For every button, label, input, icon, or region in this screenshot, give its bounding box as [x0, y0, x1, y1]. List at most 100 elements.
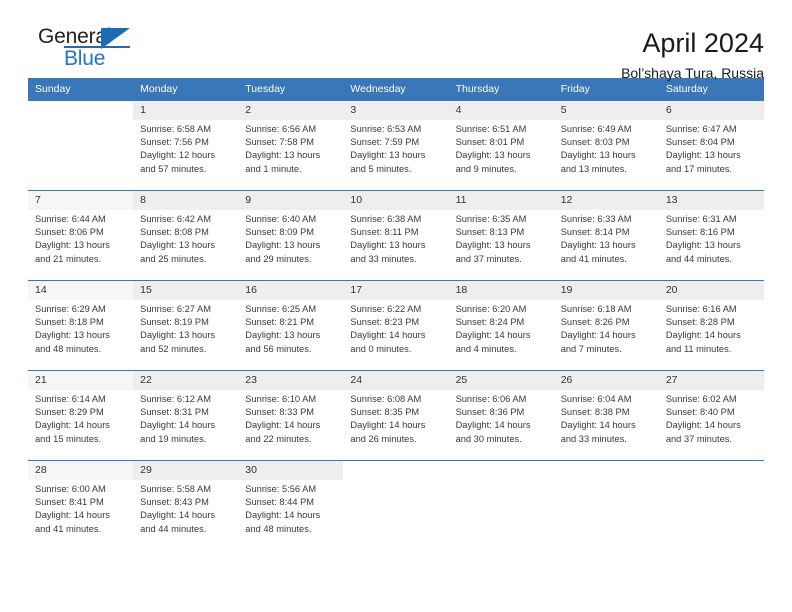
day-details: Sunrise: 6:12 AM Sunset: 8:31 PM Dayligh…: [140, 393, 216, 444]
day-number: 7: [28, 191, 134, 210]
day-cell[interactable]: 18 Sunrise: 6:20 AM Sunset: 8:24 PM Dayl…: [448, 280, 554, 371]
day-cell[interactable]: 30 Sunrise: 5:56 AM Sunset: 8:44 PM Dayl…: [238, 460, 344, 549]
day-number: 9: [238, 191, 344, 210]
day-cell[interactable]: 3 Sunrise: 6:53 AM Sunset: 7:59 PM Dayli…: [343, 100, 449, 191]
day-cell[interactable]: 15 Sunrise: 6:27 AM Sunset: 8:19 PM Dayl…: [133, 280, 239, 371]
day-cell[interactable]: 16 Sunrise: 6:25 AM Sunset: 8:21 PM Dayl…: [238, 280, 344, 371]
day-details: Sunrise: 5:56 AM Sunset: 8:44 PM Dayligh…: [245, 483, 321, 534]
day-number: 19: [553, 281, 659, 300]
day-cell[interactable]: 22 Sunrise: 6:12 AM Sunset: 8:31 PM Dayl…: [133, 370, 239, 461]
day-number: [554, 461, 659, 478]
day-details: Sunrise: 6:08 AM Sunset: 8:35 PM Dayligh…: [350, 393, 426, 444]
weekday-header-wednesday: Wednesday: [343, 78, 449, 101]
day-details: Sunrise: 6:27 AM Sunset: 8:19 PM Dayligh…: [140, 303, 216, 354]
day-details: Sunrise: 6:14 AM Sunset: 8:29 PM Dayligh…: [35, 393, 110, 444]
day-number: 2: [238, 101, 344, 120]
day-details: Sunrise: 6:02 AM Sunset: 8:40 PM Dayligh…: [665, 393, 741, 444]
week-row: 7 Sunrise: 6:44 AM Sunset: 8:06 PM Dayli…: [28, 190, 764, 281]
weekday-header-sunday: Sunday: [28, 78, 134, 101]
day-number: 28: [28, 461, 134, 480]
page-title: April 2024: [642, 28, 764, 58]
day-cell[interactable]: 19 Sunrise: 6:18 AM Sunset: 8:26 PM Dayl…: [553, 280, 659, 371]
day-cell[interactable]: 9 Sunrise: 6:40 AM Sunset: 8:09 PM Dayli…: [238, 190, 344, 281]
day-details: Sunrise: 6:58 AM Sunset: 7:56 PM Dayligh…: [140, 123, 216, 174]
day-number: 4: [448, 101, 554, 120]
day-cell[interactable]: 20 Sunrise: 6:16 AM Sunset: 8:28 PM Dayl…: [658, 280, 764, 371]
day-number: 30: [238, 461, 344, 480]
day-cell[interactable]: 12 Sunrise: 6:33 AM Sunset: 8:14 PM Dayl…: [553, 190, 659, 281]
day-details: [28, 118, 133, 121]
day-details: Sunrise: 6:51 AM Sunset: 8:01 PM Dayligh…: [455, 123, 531, 174]
day-number: 8: [133, 191, 239, 210]
day-number: 5: [553, 101, 659, 120]
day-cell[interactable]: 6 Sunrise: 6:47 AM Sunset: 8:04 PM Dayli…: [658, 100, 764, 191]
day-details: Sunrise: 6:00 AM Sunset: 8:41 PM Dayligh…: [35, 483, 110, 534]
weekday-header-monday: Monday: [133, 78, 239, 101]
day-number: 14: [28, 281, 134, 300]
day-number: 23: [238, 371, 344, 390]
day-cell[interactable]: 28 Sunrise: 6:00 AM Sunset: 8:41 PM Dayl…: [28, 460, 134, 549]
title-block: April 2024 Bol’shaya Tura, Russia: [621, 26, 764, 82]
day-number: 25: [448, 371, 554, 390]
day-details: Sunrise: 6:53 AM Sunset: 7:59 PM Dayligh…: [350, 123, 426, 174]
sunrise-sunset-calendar: Sunday Monday Tuesday Wednesday Thursday…: [28, 78, 764, 549]
day-cell[interactable]: 26 Sunrise: 6:04 AM Sunset: 8:38 PM Dayl…: [553, 370, 659, 461]
day-cell[interactable]: 27 Sunrise: 6:02 AM Sunset: 8:40 PM Dayl…: [658, 370, 764, 461]
week-row: 1 Sunrise: 6:58 AM Sunset: 7:56 PM Dayli…: [28, 100, 764, 191]
day-details: Sunrise: 6:06 AM Sunset: 8:36 PM Dayligh…: [455, 393, 531, 444]
day-number: 16: [238, 281, 344, 300]
day-cell[interactable]: 4 Sunrise: 6:51 AM Sunset: 8:01 PM Dayli…: [448, 100, 554, 191]
day-details: Sunrise: 6:25 AM Sunset: 8:21 PM Dayligh…: [245, 303, 321, 354]
day-cell[interactable]: 14 Sunrise: 6:29 AM Sunset: 8:18 PM Dayl…: [28, 280, 134, 371]
page-subtitle: Bol’shaya Tura, Russia: [621, 65, 764, 82]
day-cell[interactable]: 8 Sunrise: 6:42 AM Sunset: 8:08 PM Dayli…: [133, 190, 239, 281]
day-details: Sunrise: 6:38 AM Sunset: 8:11 PM Dayligh…: [350, 213, 426, 264]
day-cell[interactable]: 25 Sunrise: 6:06 AM Sunset: 8:36 PM Dayl…: [448, 370, 554, 461]
day-number: 27: [658, 371, 764, 390]
day-cell[interactable]: 21 Sunrise: 6:14 AM Sunset: 8:29 PM Dayl…: [28, 370, 134, 461]
day-number: 29: [133, 461, 239, 480]
day-number: 10: [343, 191, 449, 210]
day-cell[interactable]: 17 Sunrise: 6:22 AM Sunset: 8:23 PM Dayl…: [343, 280, 449, 371]
day-number: 18: [448, 281, 554, 300]
day-details: Sunrise: 6:18 AM Sunset: 8:26 PM Dayligh…: [560, 303, 636, 354]
day-number: [28, 101, 133, 118]
brand-name-blue: Blue: [64, 47, 106, 70]
day-details: Sunrise: 6:10 AM Sunset: 8:33 PM Dayligh…: [245, 393, 321, 444]
day-number: 17: [343, 281, 449, 300]
day-number: 3: [343, 101, 449, 120]
day-details: [554, 478, 659, 481]
calendar-body: 1 Sunrise: 6:58 AM Sunset: 7:56 PM Dayli…: [28, 100, 764, 549]
day-cell[interactable]: 10 Sunrise: 6:38 AM Sunset: 8:11 PM Dayl…: [343, 190, 449, 281]
day-number: 26: [553, 371, 659, 390]
day-cell-empty: [553, 460, 659, 549]
day-cell[interactable]: 11 Sunrise: 6:35 AM Sunset: 8:13 PM Dayl…: [448, 190, 554, 281]
day-details: [659, 478, 764, 481]
day-cell-empty: [343, 460, 449, 549]
day-cell[interactable]: 29 Sunrise: 5:58 AM Sunset: 8:43 PM Dayl…: [133, 460, 239, 549]
day-number: 15: [133, 281, 239, 300]
day-cell[interactable]: 2 Sunrise: 6:56 AM Sunset: 7:58 PM Dayli…: [238, 100, 344, 191]
day-cell[interactable]: 5 Sunrise: 6:49 AM Sunset: 8:03 PM Dayli…: [553, 100, 659, 191]
calendar-page: General Blue April 2024 Bol’shaya Tura, …: [0, 0, 792, 612]
day-number: 1: [133, 101, 239, 120]
day-cell[interactable]: 23 Sunrise: 6:10 AM Sunset: 8:33 PM Dayl…: [238, 370, 344, 461]
day-cell[interactable]: 13 Sunrise: 6:31 AM Sunset: 8:16 PM Dayl…: [658, 190, 764, 281]
day-details: Sunrise: 6:56 AM Sunset: 7:58 PM Dayligh…: [245, 123, 321, 174]
brand-logo[interactable]: General Blue: [28, 26, 148, 76]
weekday-header-tuesday: Tuesday: [238, 78, 344, 101]
day-cell[interactable]: 7 Sunrise: 6:44 AM Sunset: 8:06 PM Dayli…: [28, 190, 134, 281]
day-details: Sunrise: 6:49 AM Sunset: 8:03 PM Dayligh…: [560, 123, 636, 174]
day-details: Sunrise: 6:16 AM Sunset: 8:28 PM Dayligh…: [665, 303, 741, 354]
week-row: 21 Sunrise: 6:14 AM Sunset: 8:29 PM Dayl…: [28, 370, 764, 461]
page-header: General Blue April 2024 Bol’shaya Tura, …: [28, 0, 764, 81]
day-cell[interactable]: 1 Sunrise: 6:58 AM Sunset: 7:56 PM Dayli…: [133, 100, 239, 191]
day-details: Sunrise: 6:04 AM Sunset: 8:38 PM Dayligh…: [560, 393, 636, 444]
day-cell-empty: [448, 460, 554, 549]
day-details: Sunrise: 5:58 AM Sunset: 8:43 PM Dayligh…: [140, 483, 216, 534]
day-details: Sunrise: 6:31 AM Sunset: 8:16 PM Dayligh…: [665, 213, 741, 264]
day-details: [343, 478, 448, 481]
day-number: 11: [448, 191, 554, 210]
day-cell[interactable]: 24 Sunrise: 6:08 AM Sunset: 8:35 PM Dayl…: [343, 370, 449, 461]
day-details: Sunrise: 6:35 AM Sunset: 8:13 PM Dayligh…: [455, 213, 531, 264]
